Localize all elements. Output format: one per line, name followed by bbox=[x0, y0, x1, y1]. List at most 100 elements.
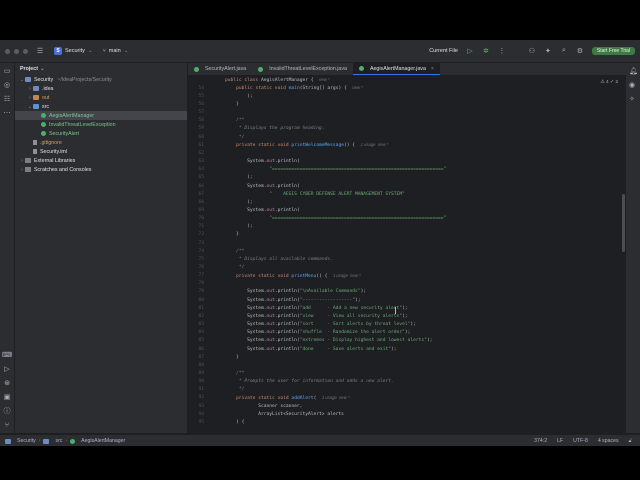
code-line[interactable]: 59 * Displays the program heading. bbox=[188, 125, 626, 133]
code-line[interactable]: 85 System.out.println("extremes - Displa… bbox=[188, 337, 626, 345]
tree-item[interactable]: › .idea bbox=[15, 84, 187, 93]
code-editor[interactable]: public class AegisAlertManager { new * 54… bbox=[188, 76, 626, 433]
code-line[interactable]: 73 bbox=[188, 239, 626, 247]
code-line[interactable]: 83 System.out.println("sort - Sort alert… bbox=[188, 321, 626, 329]
project-tool-icon[interactable]: ▭ bbox=[3, 67, 11, 75]
notifications-icon[interactable]: 🔔︎ bbox=[629, 67, 638, 75]
debug-icon[interactable]: ✲ bbox=[482, 47, 490, 55]
tree-item[interactable]: SecurityAlert bbox=[15, 129, 187, 138]
code-line[interactable]: 84 System.out.println("shuffle - Randomi… bbox=[188, 329, 626, 337]
tree-item[interactable]: .gitignore bbox=[15, 138, 187, 147]
breadcrumb-item[interactable]: src bbox=[55, 438, 62, 444]
code-line[interactable]: 77 private static void printMenu() { 1 u… bbox=[188, 272, 626, 280]
line-separator[interactable]: LF bbox=[557, 438, 563, 444]
code-line[interactable]: 69 System.out.println( bbox=[188, 206, 626, 214]
code-line[interactable]: 55 ); bbox=[188, 92, 626, 100]
file-encoding[interactable]: UTF-8 bbox=[573, 438, 588, 444]
commit-tool-icon[interactable]: ◎ bbox=[3, 81, 11, 89]
code-line[interactable]: 61 private static void printWelcomeMessa… bbox=[188, 141, 626, 149]
code-line[interactable]: public class AegisAlertManager { new * bbox=[188, 76, 626, 84]
project-panel-header[interactable]: Project ⌄ bbox=[15, 63, 187, 75]
code-line[interactable]: 64 "====================================… bbox=[188, 166, 626, 174]
code-line[interactable]: 75 * Displays all available commands. bbox=[188, 255, 626, 263]
code-line[interactable]: 70 "====================================… bbox=[188, 215, 626, 223]
start-trial-button[interactable]: Start Free Trial bbox=[591, 47, 635, 55]
git-tool-icon[interactable]: ⑂ bbox=[3, 421, 11, 429]
tree-item[interactable]: › out bbox=[15, 93, 187, 102]
code-line[interactable]: 65 ); bbox=[188, 174, 626, 182]
code-line[interactable]: 86 System.out.println("done - Save alert… bbox=[188, 345, 626, 353]
code-line[interactable]: 71 ); bbox=[188, 223, 626, 231]
close-tab-icon[interactable]: × bbox=[431, 66, 434, 72]
breadcrumb-item[interactable]: AegisAlertManager bbox=[81, 438, 125, 444]
code-line[interactable]: 89 /** bbox=[188, 369, 626, 377]
lock-icon[interactable]: 🔓︎ bbox=[629, 438, 632, 445]
close-window-button[interactable] bbox=[5, 48, 10, 54]
code-line[interactable]: 62 bbox=[188, 149, 626, 157]
search-icon[interactable]: ⌕ bbox=[560, 47, 568, 55]
terminal-tool-icon[interactable]: ⌨ bbox=[2, 351, 12, 359]
tree-item[interactable]: › Scratches and Consoles bbox=[15, 165, 187, 174]
code-line[interactable]: 68 ); bbox=[188, 198, 626, 206]
more-icon[interactable]: ⋮ bbox=[498, 47, 506, 55]
main-menu-icon[interactable]: ☰ bbox=[36, 47, 44, 55]
code-line[interactable]: 95 ) { bbox=[188, 418, 626, 426]
code-line[interactable]: 82 System.out.println("view - View all s… bbox=[188, 312, 626, 320]
code-line[interactable]: 74 /** bbox=[188, 247, 626, 255]
code-line[interactable]: 88 bbox=[188, 361, 626, 369]
run-config-selector[interactable]: Current File bbox=[429, 48, 458, 54]
database-icon[interactable]: ◉ bbox=[629, 81, 637, 89]
code-line[interactable]: 66 System.out.println( bbox=[188, 182, 626, 190]
terminal-icon[interactable]: ▣ bbox=[3, 393, 11, 401]
branch-switcher[interactable]: ⑂ main ⌄ bbox=[102, 48, 128, 54]
code-line[interactable]: 79 System.out.println("\nAvailable Comma… bbox=[188, 288, 626, 296]
code-line[interactable]: 54 public static void main(String[] args… bbox=[188, 84, 626, 92]
tree-item[interactable]: › External Libraries bbox=[15, 156, 187, 165]
code-line[interactable]: 93 Scanner scanner, bbox=[188, 402, 626, 410]
zoom-window-button[interactable] bbox=[23, 48, 28, 54]
ai-chat-icon[interactable]: ✧ bbox=[629, 95, 637, 103]
code-line[interactable]: 80 System.out.println("-----------------… bbox=[188, 296, 626, 304]
indent-setting[interactable]: 4 spaces bbox=[598, 438, 619, 444]
tree-item[interactable]: ⌄ Security ~/IdeaProjects/Security bbox=[15, 75, 187, 84]
editor-tab[interactable]: SecurityAlert.java bbox=[188, 63, 252, 75]
code-line[interactable]: 63 System.out.println( bbox=[188, 158, 626, 166]
editor-tab[interactable]: AegisAlertManager.java × bbox=[352, 63, 440, 75]
code-line[interactable]: 91 */ bbox=[188, 386, 626, 394]
collab-icon[interactable]: ⚇ bbox=[528, 47, 536, 55]
gear-icon[interactable]: ⚙ bbox=[576, 47, 584, 55]
code-line[interactable]: 67 " AEGIS CYBER DEFENSE ALERT MANAGEMEN… bbox=[188, 190, 626, 198]
code-line[interactable]: 58 /** bbox=[188, 117, 626, 125]
ai-assistant-icon[interactable]: ✦ bbox=[544, 47, 552, 55]
code-line[interactable]: 94 ArrayList<SecurityAlert> alerts bbox=[188, 410, 626, 418]
code-line[interactable]: 92 private static void addAlert( 1 usage… bbox=[188, 394, 626, 402]
cursor-position[interactable]: 374:2 bbox=[534, 438, 547, 444]
tree-item[interactable]: InvalidThreatLevelException bbox=[15, 120, 187, 129]
tree-item[interactable]: Security.iml bbox=[15, 147, 187, 156]
code-line[interactable]: 57 bbox=[188, 109, 626, 117]
code-line[interactable]: 56 } bbox=[188, 100, 626, 108]
project-switcher[interactable]: S Security ⌄ bbox=[54, 47, 92, 55]
breadcrumb-item[interactable]: Security bbox=[17, 438, 36, 444]
more-tools-icon[interactable]: ⋯ bbox=[3, 109, 11, 117]
tree-item[interactable]: ⌄ src bbox=[15, 102, 187, 111]
inspection-widget[interactable]: ⚠ 4 ✓ 2 bbox=[600, 80, 618, 85]
tree-item[interactable]: AegisAlertManager bbox=[15, 111, 187, 120]
line-number: 54 bbox=[198, 85, 204, 91]
minimize-window-button[interactable] bbox=[14, 48, 19, 54]
code-line[interactable]: 81 System.out.println("add - Add a new s… bbox=[188, 304, 626, 312]
structure-tool-icon[interactable]: ☷ bbox=[3, 95, 11, 103]
code-line[interactable]: 87 } bbox=[188, 353, 626, 361]
code-line[interactable]: 60 */ bbox=[188, 133, 626, 141]
code-line[interactable]: 78 bbox=[188, 280, 626, 288]
code-line[interactable]: 72 } bbox=[188, 231, 626, 239]
code-line[interactable]: 76 */ bbox=[188, 263, 626, 271]
editor-tab[interactable]: InvalidThreatLevelException.java bbox=[252, 63, 353, 75]
code-line[interactable]: 90 * Prompts the user for information an… bbox=[188, 378, 626, 386]
editor-scrollbar[interactable] bbox=[622, 194, 625, 252]
services-tool-icon[interactable]: ⊛ bbox=[3, 379, 11, 387]
problems-tool-icon[interactable]: ⓘ bbox=[3, 407, 11, 415]
run-tool-icon[interactable]: ▷ bbox=[3, 365, 11, 373]
line-number: 72 bbox=[198, 232, 204, 238]
run-icon[interactable]: ▷ bbox=[466, 47, 474, 55]
